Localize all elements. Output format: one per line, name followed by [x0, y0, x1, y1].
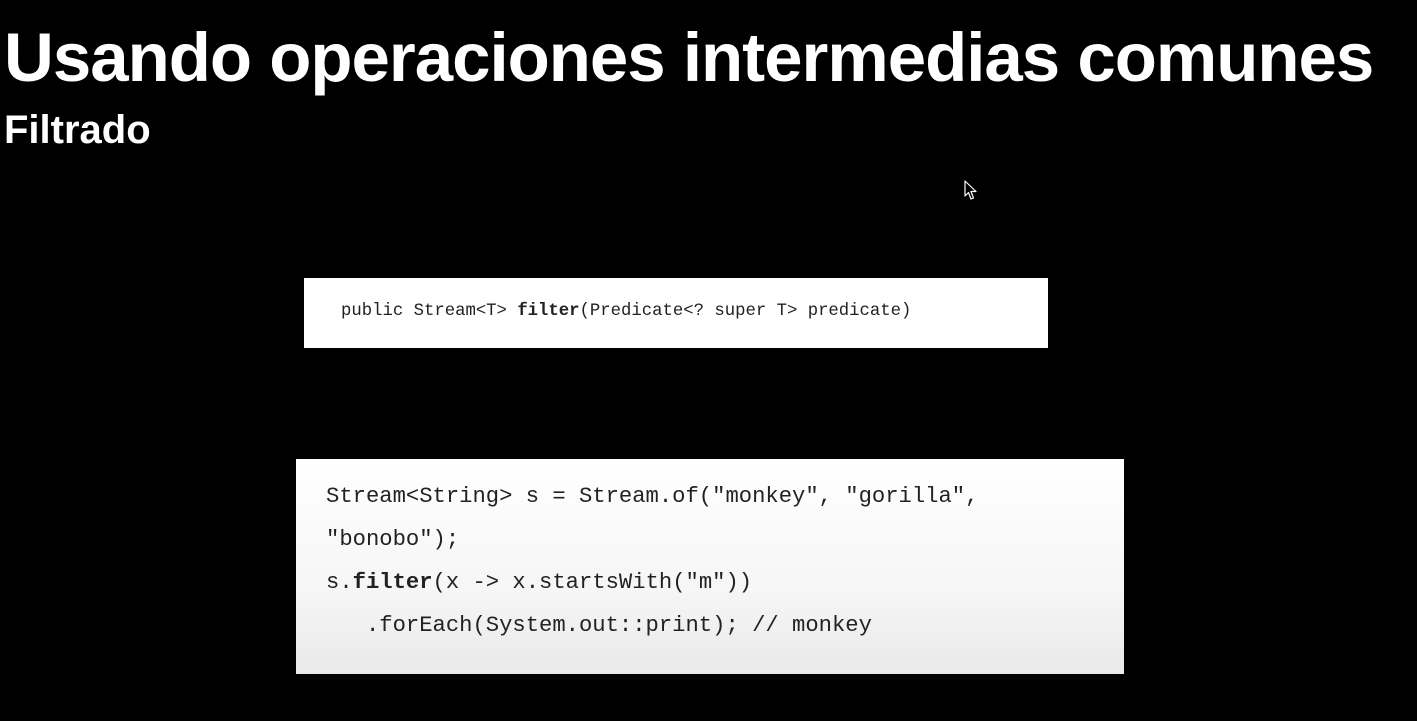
code-line-3-method: filter: [352, 570, 433, 595]
signature-suffix: (Predicate<? super T> predicate): [579, 302, 912, 321]
slide-title: Usando operaciones intermedias comunes: [4, 19, 1374, 96]
code-line-4: .forEach(System.out::print); // monkey: [326, 613, 872, 638]
mouse-pointer-icon: [964, 180, 977, 200]
slide-subtitle: Filtrado: [4, 108, 151, 152]
presentation-slide: Usando operaciones intermedias comunes F…: [0, 0, 1417, 721]
code-example-box: Stream<String> s = Stream.of("monkey", "…: [296, 459, 1124, 674]
method-signature: public Stream<T> filter(Predicate<? supe…: [341, 301, 911, 323]
method-signature-box: public Stream<T> filter(Predicate<? supe…: [304, 278, 1048, 348]
code-line-2: "bonobo");: [326, 527, 460, 552]
signature-prefix: public Stream<T>: [341, 302, 518, 321]
code-line-3-prefix: s.: [326, 570, 353, 595]
code-line-1: Stream<String> s = Stream.of("monkey", "…: [326, 484, 979, 509]
code-line-3: s.filter(x -> x.startsWith("m")): [326, 569, 752, 597]
signature-method-name: filter: [517, 302, 580, 321]
code-line-3-suffix: (x -> x.startsWith("m")): [432, 570, 753, 595]
